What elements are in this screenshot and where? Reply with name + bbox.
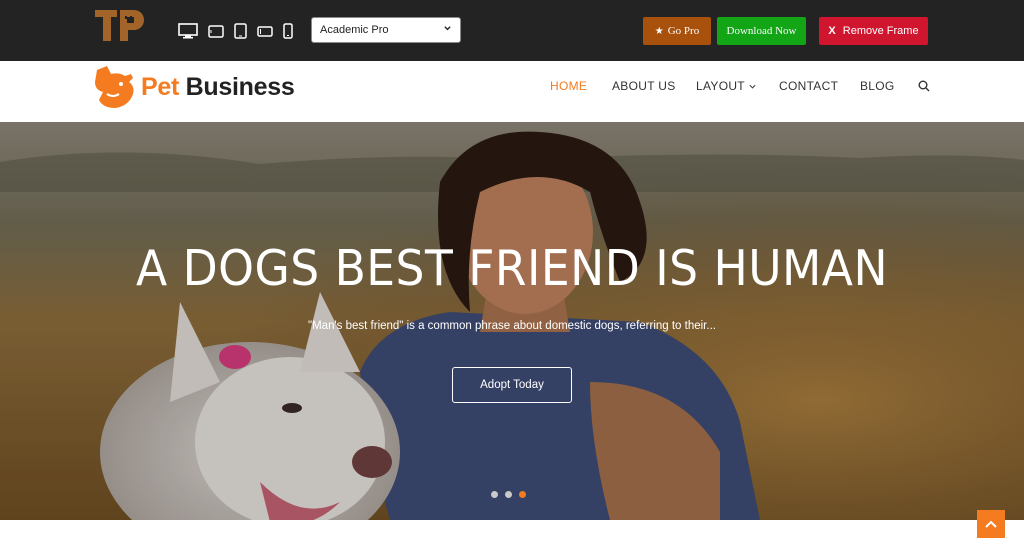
- nav-layout[interactable]: LAYOUT: [696, 79, 757, 93]
- remove-frame-button[interactable]: X Remove Frame: [819, 17, 928, 45]
- nav-about-us[interactable]: ABOUT US: [612, 79, 676, 93]
- mobile-landscape-icon[interactable]: [257, 25, 273, 37]
- hero-slider: A DOGS BEST FRIEND IS HUMAN "Man's best …: [0, 122, 1024, 520]
- theme-select-value: Academic Pro: [320, 24, 389, 36]
- device-switcher: [178, 21, 293, 41]
- chevron-up-icon: [985, 520, 997, 528]
- hero-subtitle: "Man's best friend" is a common phrase a…: [308, 320, 716, 332]
- go-pro-button[interactable]: ★ Go Pro: [643, 17, 711, 45]
- nav-contact[interactable]: CONTACT: [779, 79, 838, 93]
- remove-frame-label: Remove Frame: [842, 25, 919, 37]
- tablet-portrait-icon[interactable]: [234, 23, 247, 39]
- close-icon: X: [828, 25, 836, 37]
- mobile-portrait-icon[interactable]: [283, 23, 293, 39]
- go-pro-label: Go Pro: [667, 25, 700, 37]
- tablet-landscape-icon[interactable]: [208, 24, 224, 38]
- download-now-button[interactable]: Download Now: [717, 17, 806, 45]
- star-icon: ★: [654, 25, 664, 37]
- site-title: Pet Business: [141, 72, 295, 102]
- nav-layout-label: LAYOUT: [696, 79, 745, 93]
- slider-dot-3[interactable]: [519, 491, 526, 498]
- scroll-to-top-button[interactable]: [977, 510, 1005, 538]
- chevron-down-icon: [749, 85, 756, 89]
- desktop-icon[interactable]: [178, 23, 198, 39]
- slider-dot-1[interactable]: [491, 491, 498, 498]
- themepalace-logo[interactable]: [95, 10, 147, 42]
- chevron-down-icon: [443, 24, 452, 36]
- brand-business: Business: [185, 72, 295, 101]
- dog-head-logo-icon: [95, 66, 134, 108]
- brand-pet: Pet: [141, 72, 180, 101]
- hero-title: A DOGS BEST FRIEND IS HUMAN: [135, 240, 889, 297]
- site-logo[interactable]: Pet Business: [93, 64, 295, 110]
- adopt-today-button[interactable]: Adopt Today: [452, 367, 572, 403]
- slider-dots: [491, 491, 526, 498]
- site-header: Pet Business HOME ABOUT US LAYOUT CONTAC…: [0, 61, 1024, 123]
- preview-toolbar: Academic Pro ★ Go Pro Download Now X Rem…: [0, 0, 1024, 61]
- nav-blog[interactable]: BLOG: [860, 79, 895, 93]
- search-icon[interactable]: [918, 80, 930, 92]
- slider-dot-2[interactable]: [505, 491, 512, 498]
- theme-select[interactable]: Academic Pro: [311, 17, 461, 43]
- download-label: Download Now: [726, 25, 797, 37]
- nav-home[interactable]: HOME: [550, 79, 587, 93]
